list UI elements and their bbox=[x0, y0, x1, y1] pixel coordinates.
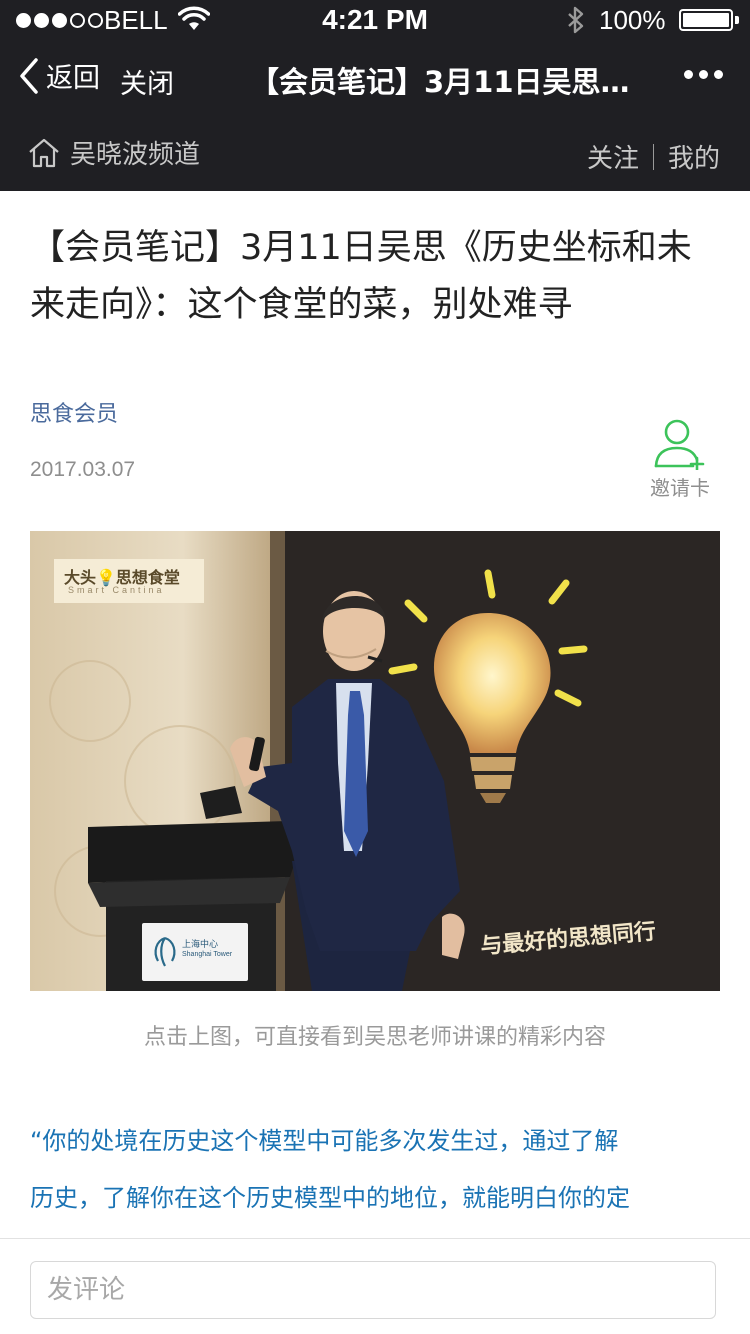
author-link[interactable]: 思食会员 bbox=[30, 396, 118, 428]
invite-card-button[interactable]: 邀请卡 bbox=[640, 418, 720, 501]
back-button[interactable]: 返回 bbox=[18, 56, 100, 95]
follow-link[interactable]: 关注 bbox=[587, 138, 639, 175]
mine-link[interactable]: 我的 bbox=[668, 138, 720, 175]
home-icon bbox=[29, 138, 59, 167]
chevron-left-icon bbox=[20, 57, 38, 94]
article-title: 【会员笔记】3月11日吴思《历史坐标和未来走向》：这个食堂的菜，别处难寻 bbox=[30, 228, 692, 325]
close-button[interactable]: 关闭 bbox=[120, 62, 174, 101]
podium-text: 上海中心 bbox=[182, 940, 219, 950]
image-caption: 点击上图，可直接看到吴思老师讲课的精彩内容 bbox=[143, 1025, 606, 1050]
comment-bar bbox=[0, 1238, 750, 1334]
status-bar: BELL 4:21 PM 100% bbox=[0, 0, 750, 40]
publish-date: 2017.03.07 bbox=[30, 458, 136, 481]
back-label: 返回 bbox=[46, 63, 100, 94]
smart-cantina-logo: 大头💡思想食堂 Smart Cantina bbox=[54, 559, 204, 603]
channel-home-link[interactable]: 吴晓波频道 bbox=[28, 134, 200, 171]
podium-sign: 上海中心 Shanghai Tower bbox=[142, 923, 248, 981]
nav-title: 【会员笔记】3月11日吴思《历史坐标和未来走向》：这个食堂的菜，别处难寻 bbox=[250, 65, 635, 99]
nav-bar: 返回 关闭 【会员笔记】3月11日吴思《历史坐标和未来走向》：这个食堂的菜，别处… bbox=[0, 40, 750, 118]
more-dots-icon[interactable] bbox=[684, 70, 723, 79]
channel-bar: 吴晓波频道 关注 我的 bbox=[0, 118, 750, 191]
quote-line: 历史，了解你在这个历史模型中的地位，就能明白你的定 bbox=[30, 1184, 630, 1212]
comment-input[interactable] bbox=[30, 1261, 716, 1319]
article-quote: “你的处境在历史这个模型中可能多次发生过，通过了解 历史，了解你在这个历史模型中… bbox=[30, 1113, 720, 1227]
quote-line: “你的处境在历史这个模型中可能多次发生过，通过了解 bbox=[30, 1127, 619, 1155]
channel-actions: 关注 我的 bbox=[587, 138, 720, 175]
user-add-icon bbox=[654, 419, 705, 470]
shanghai-tower-logo-icon bbox=[154, 936, 176, 967]
divider bbox=[652, 143, 654, 170]
battery-percent: 100% bbox=[599, 5, 666, 35]
logo-subtext: Smart Cantina bbox=[68, 585, 165, 595]
lecture-photo[interactable]: 大头💡思想食堂 Smart Cantina 上海中心 Shanghai Towe… bbox=[30, 531, 720, 991]
podium-subtext: Shanghai Tower bbox=[182, 951, 233, 958]
invite-label: 邀请卡 bbox=[650, 476, 710, 500]
battery-icon bbox=[679, 9, 733, 31]
channel-name: 吴晓波频道 bbox=[70, 140, 201, 170]
bluetooth-icon bbox=[566, 6, 586, 38]
